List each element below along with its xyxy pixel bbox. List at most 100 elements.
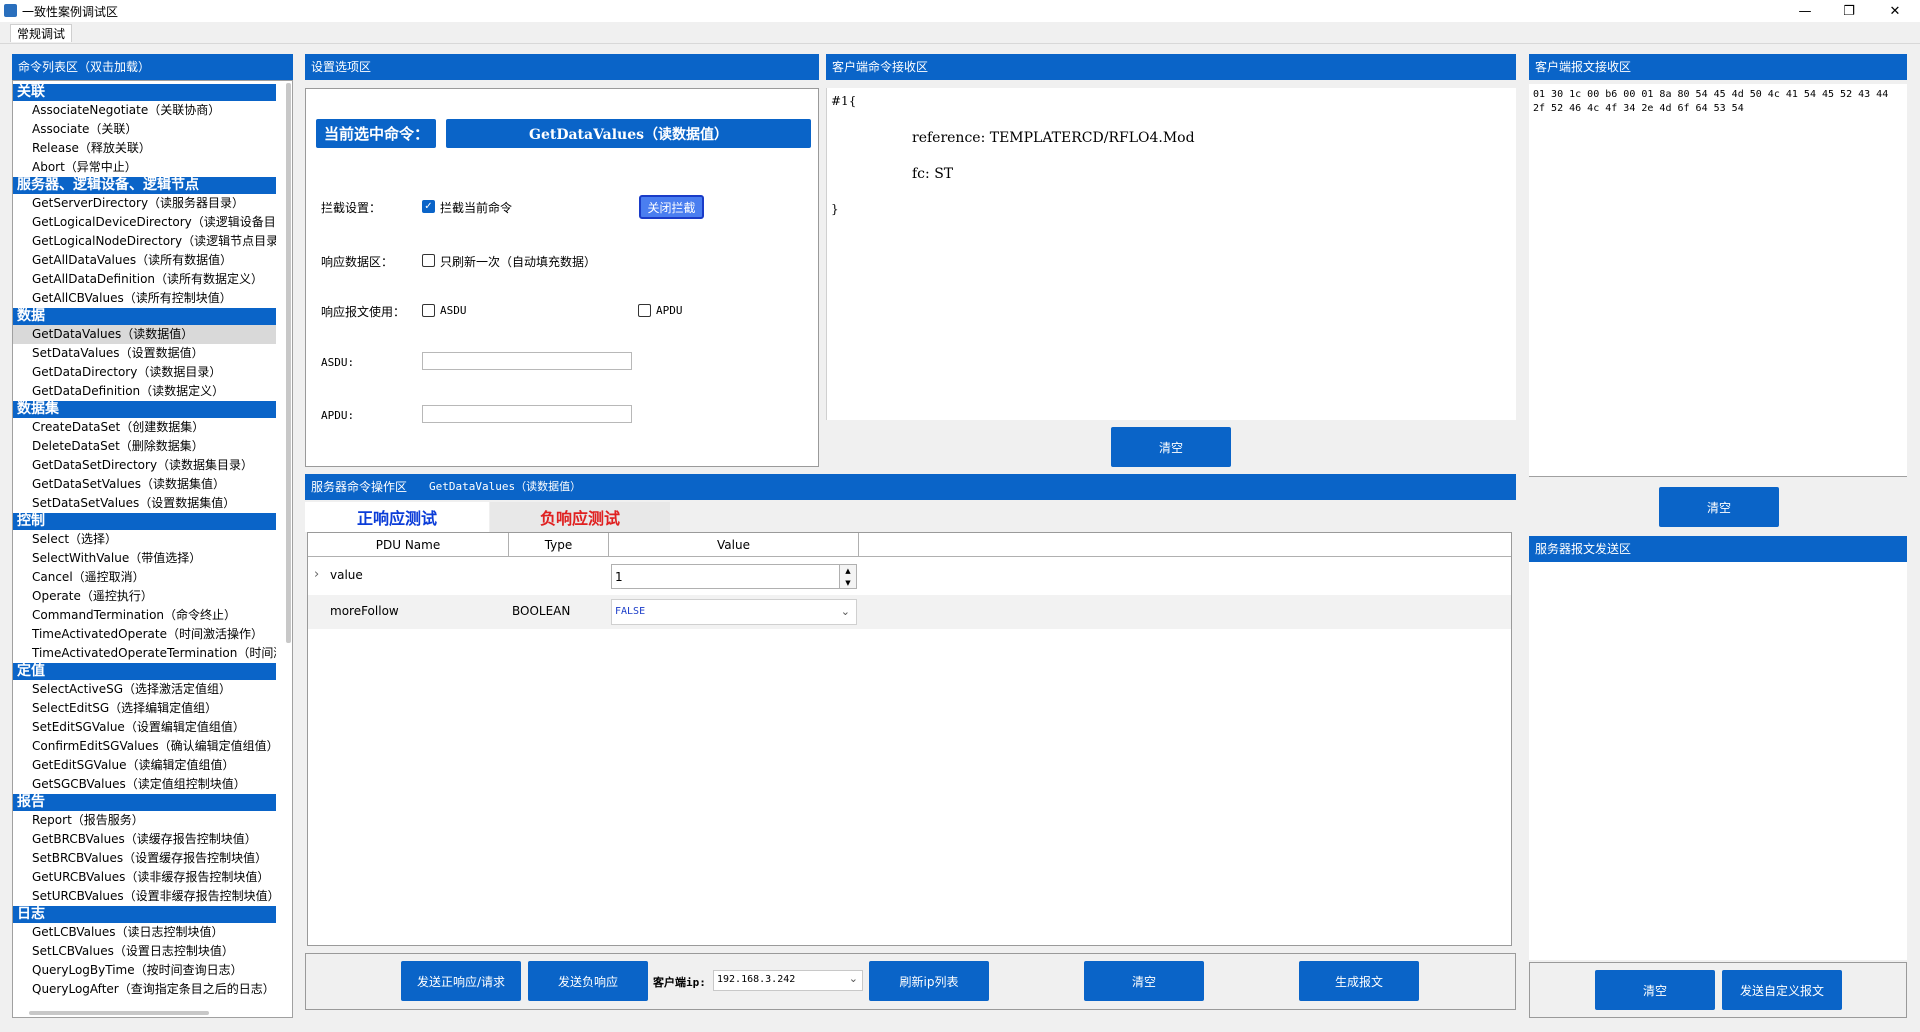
server-send-clear-button[interactable]: 清空 [1595,970,1715,1010]
close-button[interactable]: ✕ [1872,0,1918,22]
tab-normal-debug[interactable]: 常规调试 [10,24,73,42]
list-item[interactable]: SetBRCBValues（设置缓存报告控制块值） [13,849,276,868]
asdu-checkbox[interactable] [422,304,435,317]
intercept-checkbox[interactable]: ✓ [422,200,435,213]
window-title: 一致性案例调试区 [22,5,119,19]
list-item[interactable]: GetServerDirectory（读服务器目录） [13,194,276,213]
hex-line-2: 2f 52 46 4c 4f 34 2e 4d 6f 64 53 54 [1533,103,1744,114]
list-item[interactable]: SetDataSetValues（设置数据集值） [13,494,276,513]
apdu-checkbox[interactable] [638,304,651,317]
list-item[interactable]: GetAllDataDefinition（读所有数据定义） [13,270,276,289]
server-ops-clear-button[interactable]: 清空 [1084,961,1204,1001]
list-item[interactable]: GetDataSetDirectory（读数据集目录） [13,456,276,475]
generate-message-button[interactable]: 生成报文 [1299,961,1419,1001]
response-area-label: 响应数据区： [321,255,394,269]
list-item[interactable]: GetAllDataValues（读所有数据值） [13,251,276,270]
list-item[interactable]: Abort（异常中止） [13,158,276,177]
list-group-header: 定值 [13,663,276,680]
value-input[interactable]: 1 [611,564,841,589]
list-item[interactable]: SetLCBValues（设置日志控制块值） [13,942,276,961]
chevron-down-icon: ⌄ [840,605,850,618]
app-icon [4,4,17,17]
send-positive-button[interactable]: 发送正响应/请求 [401,961,521,1001]
col-filler [859,533,1511,557]
list-item[interactable]: QueryLogByTime（按时间查询日志） [13,961,276,980]
list-item[interactable]: GetDataSetValues（读数据集值） [13,475,276,494]
list-item[interactable]: Report（报告服务） [13,811,276,830]
list-item[interactable]: AssociateNegotiate（关联协商） [13,101,276,120]
expand-chevron-icon[interactable]: › [314,567,319,582]
tab-strip [0,22,1920,44]
refresh-once-label: 只刷新一次（自动填充数据） [440,255,597,269]
list-item[interactable]: QueryLogAfter（查询指定条目之后的日志） [13,980,276,999]
cmd-line-2: reference: TEMPLATERCD/RFLO4.Mod [912,130,1195,146]
asdu-checkbox-label: ASDU [440,304,467,317]
value-dropdown[interactable]: FALSE ⌄ [611,599,857,625]
send-negative-button[interactable]: 发送负响应 [528,961,648,1001]
list-item[interactable]: Release（释放关联） [13,139,276,158]
list-item[interactable]: GetDataDefinition（读数据定义） [13,382,276,401]
list-item[interactable]: SelectWithValue（带值选择） [13,549,276,568]
list-item[interactable]: GetSGCBValues（读定值组控制块值） [13,775,276,794]
table-row[interactable]: › value 1 ▲ ▼ [308,560,1511,593]
list-item[interactable]: Associate（关联） [13,120,276,139]
list-item[interactable]: SelectEditSG（选择编辑定值组） [13,699,276,718]
list-item[interactable]: CreateDataSet（创建数据集） [13,418,276,437]
table-row[interactable]: moreFollow BOOLEAN FALSE ⌄ [308,595,1511,629]
refresh-once-checkbox[interactable] [422,254,435,267]
client-ip-select[interactable]: 192.168.3.242 ⌄ [713,970,863,991]
maximize-button[interactable]: ❐ [1826,0,1872,22]
list-group-header: 报告 [13,794,276,811]
chevron-down-icon: ⌄ [848,972,858,985]
list-group-header: 数据集 [13,401,276,418]
list-item[interactable]: Cancel（遥控取消） [13,568,276,587]
client-cmd-textarea[interactable]: #1{ reference: TEMPLATERCD/RFLO4.Mod fc:… [826,88,1516,420]
tab-negative-test[interactable]: 负响应测试 [490,502,670,532]
send-custom-message-button[interactable]: 发送自定义报文 [1722,970,1842,1010]
client-msg-clear-button[interactable]: 清空 [1659,487,1779,527]
server-send-textarea[interactable] [1529,562,1907,960]
col-type: Type [509,533,609,557]
list-item[interactable]: GetURCBValues（读非缓存报告控制块值） [13,868,276,887]
apdu-input[interactable] [422,405,632,423]
row-pdu-name: moreFollow [330,604,399,618]
col-value: Value [609,533,859,557]
command-list-header: 命令列表区（双击加载） [12,54,293,80]
list-item[interactable]: SetURCBValues（设置非缓存报告控制块值） [13,887,276,906]
client-msg-textarea[interactable]: 01 30 1c 00 b6 00 01 8a 80 54 45 4d 50 4… [1529,84,1907,477]
spinner-arrows-icon[interactable]: ▲ ▼ [839,564,857,589]
list-item[interactable]: SelectActiveSG（选择激活定值组） [13,680,276,699]
list-item[interactable]: SetDataValues（设置数据值） [13,344,276,363]
list-item[interactable]: GetDataDirectory（读数据目录） [13,363,276,382]
asdu-input[interactable] [422,352,632,370]
list-item[interactable]: GetLCBValues（读日志控制块值） [13,923,276,942]
list-item[interactable]: CommandTermination（命令终止） [13,606,276,625]
settings-header: 设置选项区 [305,54,819,80]
server-ops-header: 服务器命令操作区 GetDataValues（读数据值） [305,474,1516,500]
list-item[interactable]: DeleteDataSet（删除数据集） [13,437,276,456]
list-item[interactable]: GetBRCBValues（读缓存报告控制块值） [13,830,276,849]
list-item[interactable]: GetLogicalDeviceDirectory（读逻辑设备目录） [13,213,276,232]
list-vertical-scrollbar[interactable] [286,83,291,643]
list-item[interactable]: SetEditSGValue（设置编辑定值组值） [13,718,276,737]
list-item[interactable]: GetLogicalNodeDirectory（读逻辑节点目录） [13,232,276,251]
apdu-field-label: APDU: [321,409,355,422]
list-item[interactable]: TimeActivatedOperateTermination（时间激活操作终止… [13,644,276,663]
list-item[interactable]: ConfirmEditSGValues（确认编辑定值组值） [13,737,276,756]
list-item[interactable]: Select（选择） [13,530,276,549]
list-item[interactable]: TimeActivatedOperate（时间激活操作） [13,625,276,644]
list-item[interactable]: Operate（遥控执行） [13,587,276,606]
client-cmd-clear-button[interactable]: 清空 [1111,427,1231,467]
tab-positive-test[interactable]: 正响应测试 [305,502,489,532]
client-ip-label: 客户端ip: [653,976,706,989]
list-horizontal-scrollbar[interactable] [29,1011,209,1015]
list-item[interactable]: GetDataValues（读数据值） [13,325,276,344]
list-item[interactable]: GetAllCBValues（读所有控制块值） [13,289,276,308]
hex-line-1: 01 30 1c 00 b6 00 01 8a 80 54 45 4d 50 4… [1533,89,1889,100]
close-intercept-button[interactable]: 关闭拦截 [639,195,704,219]
asdu-field-label: ASDU: [321,356,355,369]
command-list[interactable]: 关联 AssociateNegotiate（关联协商） Associate（关联） R… [12,80,293,1018]
list-item[interactable]: GetEditSGValue（读编辑定值组值） [13,756,276,775]
refresh-ip-button[interactable]: 刷新ip列表 [869,961,989,1001]
minimize-button[interactable]: — [1782,0,1828,22]
